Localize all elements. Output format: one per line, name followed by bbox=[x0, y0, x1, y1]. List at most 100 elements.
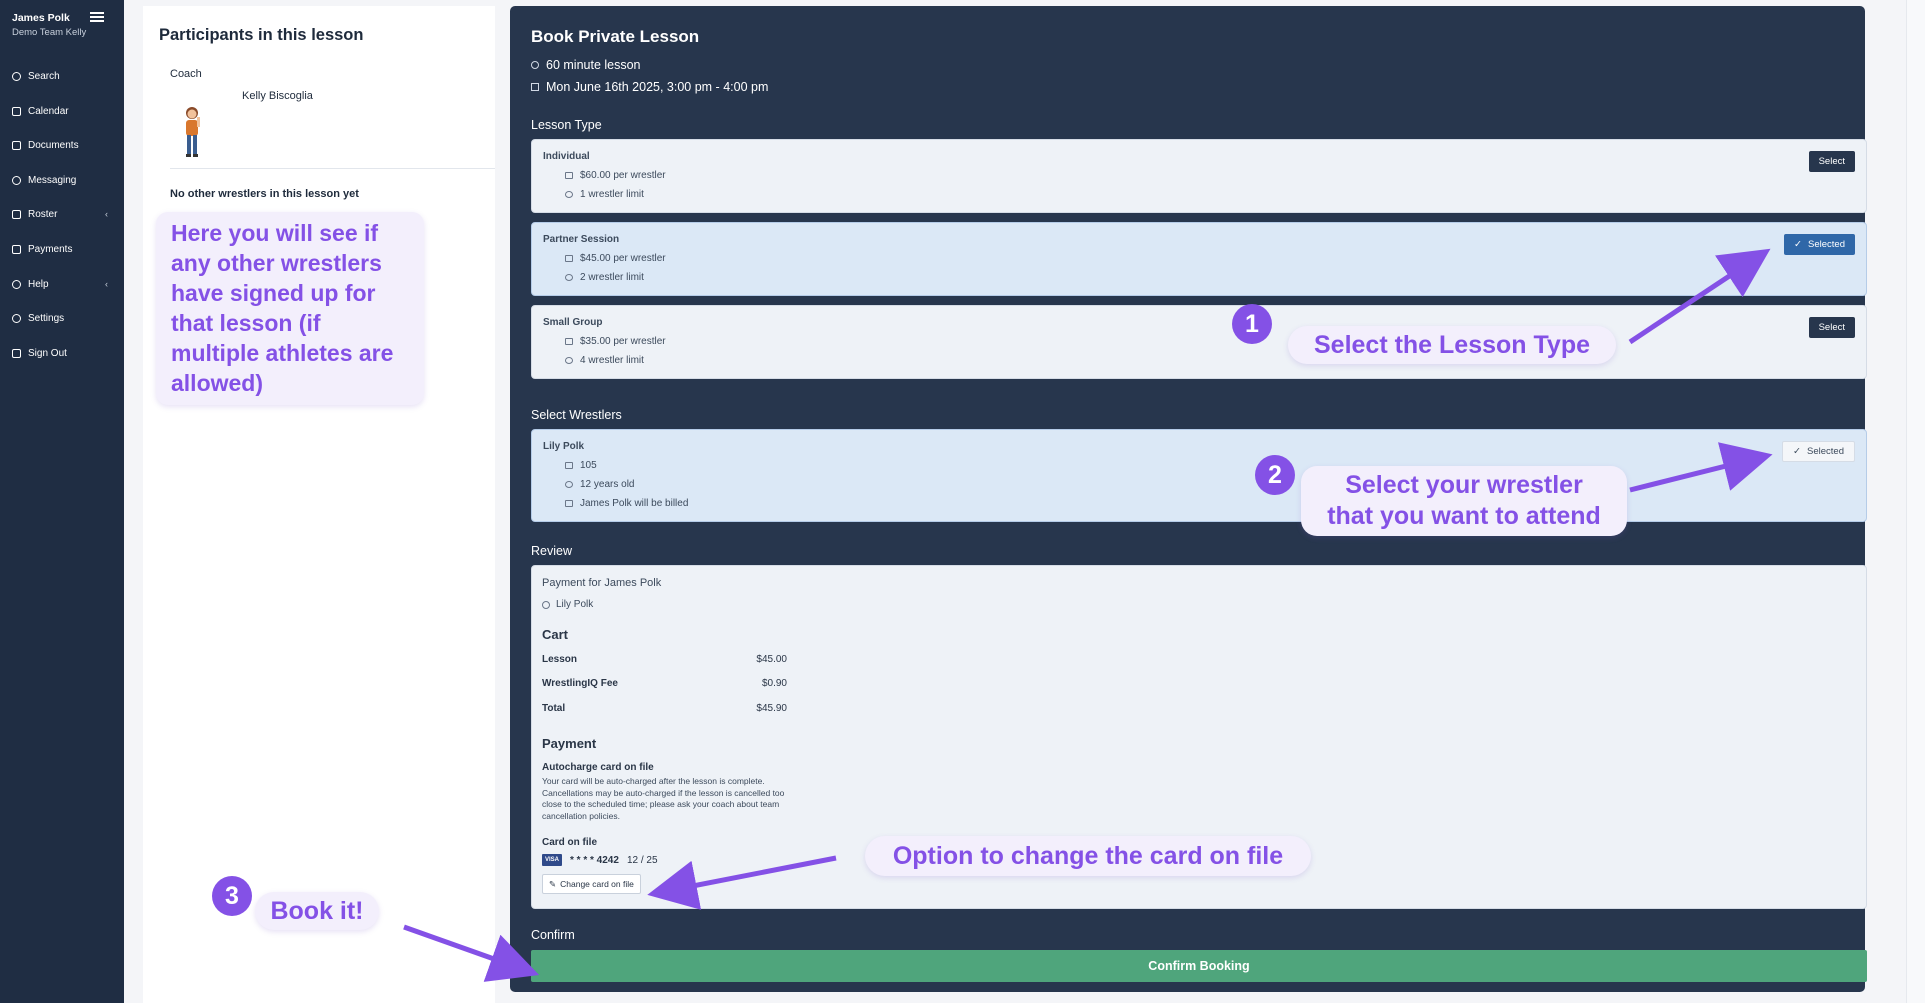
check-icon: ✓ bbox=[1793, 446, 1802, 457]
lesson-price: $35.00 per wrestler bbox=[565, 336, 666, 347]
wrestler-selected-button[interactable]: ✓ Selected bbox=[1782, 441, 1855, 462]
search-icon bbox=[12, 71, 21, 81]
sidebar-item-documents[interactable]: Documents bbox=[12, 135, 116, 155]
card-on-file-label: Card on file bbox=[542, 837, 598, 848]
user-icon bbox=[565, 274, 573, 281]
lesson-limit: 2 wrestler limit bbox=[565, 272, 644, 283]
sidebar-item-calendar[interactable]: Calendar bbox=[12, 101, 116, 121]
wrestler-age: 12 years old bbox=[565, 479, 634, 490]
lesson-price: $60.00 per wrestler bbox=[565, 170, 666, 181]
divider bbox=[170, 168, 495, 169]
confirm-booking-button[interactable]: Confirm Booking bbox=[531, 950, 1867, 982]
wrestler-name: Lily Polk bbox=[543, 441, 585, 452]
user-icon bbox=[565, 191, 573, 198]
scale-icon bbox=[565, 462, 573, 469]
cart-row: WrestlingIQ Fee $0.90 bbox=[542, 678, 787, 689]
sidebar-item-label: Payments bbox=[28, 243, 73, 255]
step-1-callout: Select the Lesson Type bbox=[1288, 326, 1616, 364]
lesson-datetime: Mon June 16th 2025, 3:00 pm - 4:00 pm bbox=[531, 80, 768, 94]
sidebar-item-roster[interactable]: Roster ‹ bbox=[12, 204, 116, 224]
sidebar-item-messaging[interactable]: Messaging bbox=[12, 170, 116, 190]
calendar-icon bbox=[531, 83, 539, 91]
lesson-type-name: Small Group bbox=[543, 317, 603, 328]
lesson-type-name: Partner Session bbox=[543, 234, 620, 245]
review-label: Review bbox=[531, 544, 572, 558]
credit-card-icon bbox=[565, 172, 573, 179]
scrollbar[interactable] bbox=[1906, 0, 1925, 1003]
credit-card-icon bbox=[565, 500, 573, 507]
payment-title: Payment bbox=[542, 736, 597, 751]
chat-icon bbox=[12, 175, 21, 185]
sidebar-item-label: Roster bbox=[28, 208, 58, 220]
card-expiry: 12 / 25 bbox=[626, 854, 658, 866]
sidebar-item-label: Messaging bbox=[28, 174, 77, 186]
sidebar-item-label: Calendar bbox=[28, 105, 69, 117]
lesson-type-name: Individual bbox=[543, 151, 590, 162]
select-button[interactable]: Select bbox=[1808, 151, 1855, 172]
user-icon bbox=[565, 357, 573, 364]
step-3-badge: 3 bbox=[212, 876, 252, 916]
help-icon bbox=[12, 279, 21, 289]
step-1-badge: 1 bbox=[1232, 304, 1272, 344]
participants-title: Participants in this lesson bbox=[159, 26, 364, 44]
sidebar-item-payments[interactable]: Payments bbox=[12, 239, 116, 259]
chevron-left-icon: ‹ bbox=[105, 209, 108, 219]
wrestler-billing: James Polk will be billed bbox=[565, 498, 688, 509]
card-number: * * * * 4242 bbox=[570, 854, 619, 866]
gear-icon bbox=[12, 313, 21, 323]
confirm-label: Confirm bbox=[531, 928, 575, 942]
autocharge-title: Autocharge card on file bbox=[542, 762, 654, 773]
sidebar-item-search[interactable]: Search bbox=[12, 66, 116, 86]
change-card-callout: Option to change the card on file bbox=[865, 836, 1311, 876]
sidebar: James Polk Demo Team Kelly Search Calend… bbox=[0, 0, 124, 1003]
sign-out-icon bbox=[12, 348, 21, 358]
lesson-limit: 4 wrestler limit bbox=[565, 355, 644, 366]
user-icon bbox=[542, 600, 550, 609]
payment-for: Payment for James Polk bbox=[542, 577, 662, 589]
document-icon bbox=[12, 140, 21, 150]
users-icon bbox=[12, 209, 21, 219]
step-2-badge: 2 bbox=[1255, 455, 1295, 495]
check-icon: ✓ bbox=[1794, 239, 1803, 250]
calendar-icon bbox=[12, 106, 21, 116]
payment-wrestler: Lily Polk bbox=[542, 599, 593, 610]
lesson-type-small-group[interactable]: Small Group $35.00 per wrestler 4 wrestl… bbox=[531, 305, 1867, 379]
lesson-price: $45.00 per wrestler bbox=[565, 253, 666, 264]
wrestler-weight: 105 bbox=[565, 460, 597, 471]
cart-title: Cart bbox=[542, 627, 569, 642]
cart-row: Lesson $45.00 bbox=[542, 654, 787, 665]
cart-row: Total $45.90 bbox=[542, 703, 787, 714]
booking-title: Book Private Lesson bbox=[531, 27, 700, 46]
sidebar-item-help[interactable]: Help ‹ bbox=[12, 274, 116, 294]
wrestler-card[interactable]: Lily Polk 105 12 years old James Polk wi… bbox=[531, 429, 1867, 522]
autocharge-text: Your card will be auto-charged after the… bbox=[542, 776, 785, 821]
team-name: Demo Team Kelly bbox=[12, 27, 87, 38]
selected-button[interactable]: ✓ Selected bbox=[1784, 234, 1855, 255]
sidebar-item-settings[interactable]: Settings bbox=[12, 308, 116, 328]
lesson-limit: 1 wrestler limit bbox=[565, 189, 644, 200]
user-name: James Polk bbox=[12, 12, 70, 24]
lesson-type-partner-session[interactable]: Partner Session $45.00 per wrestler 2 wr… bbox=[531, 222, 1867, 296]
lesson-duration: 60 minute lesson bbox=[531, 58, 641, 72]
change-card-button[interactable]: ✎ Change card on file bbox=[542, 874, 641, 894]
step-3-callout: Book it! bbox=[255, 892, 379, 930]
lesson-type-label: Lesson Type bbox=[531, 118, 602, 132]
credit-card-icon bbox=[12, 244, 21, 254]
sidebar-item-label: Sign Out bbox=[28, 347, 67, 359]
step-2-callout: Select your wrestler that you want to at… bbox=[1301, 466, 1627, 536]
participants-panel: Participants in this lesson Coach Kelly … bbox=[143, 6, 495, 1003]
card-on-file: VISA * * * * 4242 12 / 25 bbox=[542, 854, 658, 866]
lesson-type-individual[interactable]: Individual $60.00 per wrestler 1 wrestle… bbox=[531, 139, 1867, 213]
coach-label: Coach bbox=[170, 68, 202, 80]
coach-name: Kelly Biscoglia bbox=[242, 90, 313, 102]
sidebar-item-label: Settings bbox=[28, 312, 65, 324]
no-other-wrestlers-text: No other wrestlers in this lesson yet bbox=[170, 188, 359, 200]
sidebar-item-sign-out[interactable]: Sign Out bbox=[12, 343, 116, 363]
visa-icon: VISA bbox=[542, 854, 562, 866]
hamburger-menu-icon[interactable] bbox=[90, 12, 104, 22]
cake-icon bbox=[565, 481, 573, 488]
credit-card-icon bbox=[565, 338, 573, 345]
sidebar-item-label: Documents bbox=[28, 139, 79, 151]
credit-card-icon bbox=[565, 255, 573, 262]
select-button[interactable]: Select bbox=[1808, 317, 1855, 338]
